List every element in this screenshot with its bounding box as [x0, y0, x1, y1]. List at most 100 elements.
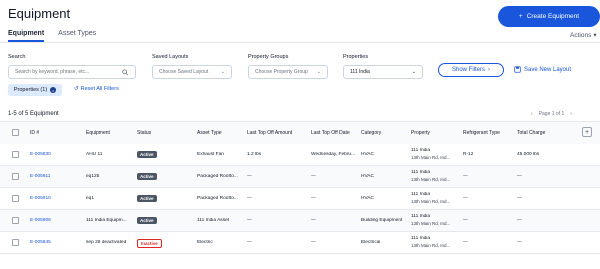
- status-badge: Active: [137, 217, 157, 224]
- add-column-button[interactable]: +: [582, 127, 592, 137]
- chip-label: Properties (1): [13, 87, 48, 93]
- equipment-id-link[interactable]: E-005911: [30, 174, 50, 179]
- plus-icon: +: [584, 128, 590, 136]
- tab-bar: Equipment Asset Types: [8, 30, 96, 42]
- column-header-refrigerant-type[interactable]: Refrigerant Type: [463, 130, 500, 136]
- refrigerant-type: —: [463, 218, 468, 223]
- last-top-off-amount: —: [247, 196, 252, 201]
- refrigerant-type: R-12: [463, 152, 474, 157]
- column-header-last-top-off-amount[interactable]: Last Top Off Amount: [247, 130, 292, 136]
- properties-select[interactable]: 111 India ⌄: [343, 65, 423, 79]
- total-charge: —: [517, 218, 522, 223]
- column-header-category[interactable]: Category: [361, 130, 381, 136]
- property-groups-select[interactable]: Choose Property Group ⌄: [248, 65, 328, 79]
- property-groups-label: Property Groups: [248, 54, 289, 60]
- last-top-off-amount: —: [247, 174, 252, 179]
- saved-layouts-select[interactable]: Choose Saved Layout ⌄: [152, 65, 232, 79]
- status-badge: Active: [137, 195, 157, 202]
- column-header-last-top-off-date[interactable]: Last Top Off Date: [311, 130, 350, 136]
- equipment-id-link[interactable]: E-005845: [30, 240, 51, 245]
- chevron-right-icon: ›: [488, 67, 490, 73]
- chevron-down-icon: ▾: [593, 32, 597, 39]
- last-top-off-date: —: [311, 240, 316, 245]
- last-top-off-amount: —: [247, 240, 252, 245]
- save-new-layout-button[interactable]: Save New Layout: [514, 66, 571, 73]
- chevron-right-icon[interactable]: ›: [570, 111, 572, 117]
- category: HVAC: [361, 196, 374, 201]
- property-name: 111 India: [411, 148, 431, 153]
- tab-equipment[interactable]: Equipment: [8, 30, 45, 42]
- row-checkbox[interactable]: [12, 239, 19, 246]
- column-header-id[interactable]: ID #: [30, 130, 39, 136]
- total-charge: 45.000 lbs: [517, 152, 540, 157]
- row-checkbox[interactable]: [12, 195, 19, 202]
- reset-icon: ↺: [74, 86, 79, 92]
- equipment-name: eq1: [86, 196, 95, 201]
- row-checkbox[interactable]: [12, 217, 19, 224]
- asset-type: Packaged Roofto...: [197, 174, 238, 179]
- create-equipment-button[interactable]: + Create Equipment: [498, 6, 600, 27]
- search-input[interactable]: [15, 69, 123, 75]
- asset-type: Electric: [197, 240, 213, 245]
- close-icon[interactable]: ×: [50, 87, 57, 93]
- equipment-id-link[interactable]: E-005910: [30, 196, 51, 201]
- category: HVAC: [361, 152, 374, 157]
- plus-icon: +: [518, 13, 523, 20]
- equipment-name: eq125: [86, 174, 100, 179]
- status-badge: Active: [137, 173, 157, 180]
- total-charge: —: [517, 240, 522, 245]
- last-top-off-date: —: [311, 174, 316, 179]
- row-checkbox[interactable]: [12, 151, 19, 158]
- reset-all-filters-link[interactable]: ↺ Reset All Filters: [74, 86, 119, 92]
- category: Electrical: [361, 240, 381, 245]
- property-name: 111 India: [411, 192, 431, 197]
- select-all-checkbox[interactable]: [12, 129, 19, 136]
- property-groups-value: Choose Property Group: [255, 69, 308, 75]
- category: Building Equipment: [361, 218, 403, 223]
- pagination: ‹ Page 1 of 1 ›: [531, 111, 572, 117]
- create-equipment-label: Create Equipment: [526, 13, 580, 20]
- property-name: 111 India: [411, 170, 431, 175]
- saved-layouts-label: Saved Layouts: [152, 54, 189, 60]
- equipment-name: sep 26 deactivated: [86, 240, 127, 245]
- equipment-id-link[interactable]: E-005906: [30, 218, 51, 223]
- column-header-asset-type[interactable]: Asset Type: [197, 130, 222, 136]
- column-header-status[interactable]: Status: [137, 130, 151, 136]
- chevron-down-icon: ⌄: [316, 69, 321, 75]
- page-indicator: Page 1 of 1: [538, 111, 565, 117]
- property-address: 13th Main Rd, Ind...: [411, 243, 451, 248]
- reset-all-filters-label: Reset All Filters: [80, 86, 119, 92]
- equipment-name: AHU 11: [86, 152, 103, 157]
- property-name: 111 India: [411, 214, 431, 219]
- property-address: 13th Main Rd, Ind...: [411, 221, 451, 226]
- equipment-id-link[interactable]: E-005830: [30, 152, 51, 157]
- last-top-off-date: —: [311, 196, 316, 201]
- total-charge: —: [517, 174, 522, 179]
- properties-filter-chip[interactable]: Properties (1) ×: [8, 84, 62, 96]
- last-top-off-date: Wednesday, Febru...: [311, 152, 356, 157]
- asset-type: 111 India Asset: [197, 218, 230, 223]
- result-count: 1-5 of 5 Equipment: [8, 111, 59, 117]
- property-address: 13th Main Rd, Ind...: [411, 199, 451, 204]
- tab-asset-types[interactable]: Asset Types: [58, 30, 96, 42]
- column-header-property[interactable]: Property: [411, 130, 430, 136]
- chevron-left-icon[interactable]: ‹: [531, 111, 533, 117]
- refrigerant-type: —: [463, 240, 468, 245]
- properties-label: Properties: [343, 54, 369, 60]
- column-header-equipment[interactable]: Equipment: [86, 130, 110, 136]
- column-header-total-charge[interactable]: Total Charge: [517, 130, 545, 136]
- search-label: Search: [8, 54, 26, 60]
- properties-value: 111 India: [350, 69, 370, 75]
- save-icon: [514, 66, 521, 73]
- actions-menu[interactable]: Actions ▾: [570, 31, 597, 40]
- property-address: 13th Main Rd, Ind...: [411, 155, 451, 160]
- show-filters-button[interactable]: Show Filters ›: [438, 63, 504, 77]
- property-name: 111 India: [411, 236, 431, 241]
- last-top-off-amount: —: [247, 218, 252, 223]
- status-badge: Active: [137, 151, 157, 158]
- last-top-off-amount: 1.2 lbs: [247, 152, 262, 157]
- search-icon: [122, 68, 129, 75]
- save-new-layout-label: Save New Layout: [524, 66, 572, 73]
- search-field: [8, 65, 136, 79]
- row-checkbox[interactable]: [12, 173, 19, 180]
